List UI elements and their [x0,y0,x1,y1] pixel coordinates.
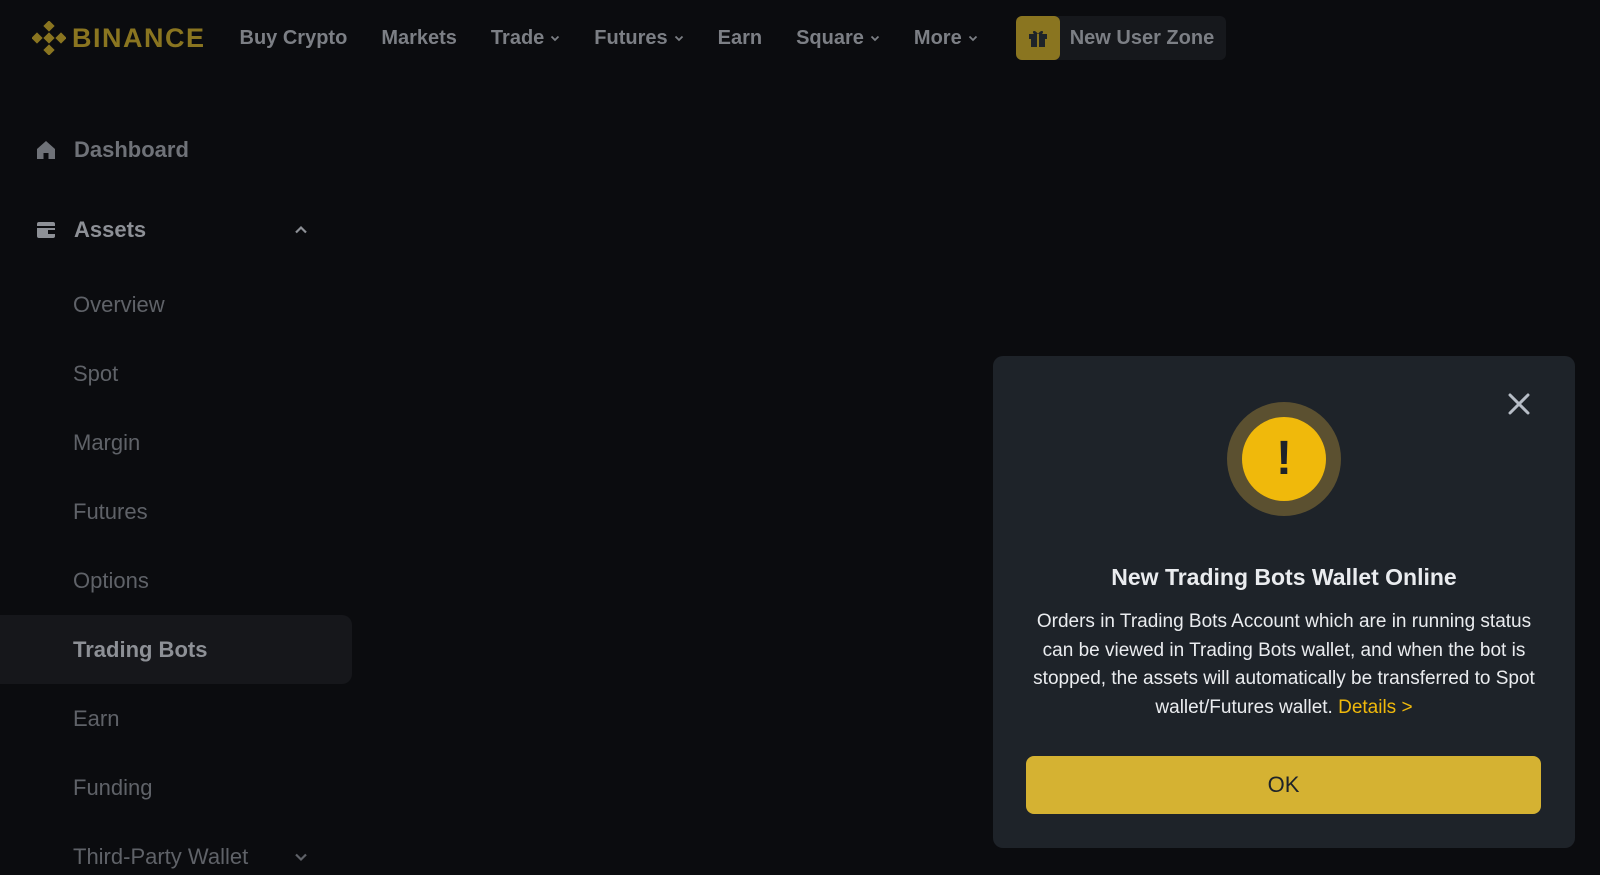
sidebar-item-label: Earn [73,705,120,731]
nav-label: Earn [717,26,763,49]
chevron-up-icon[interactable] [294,223,308,237]
close-icon[interactable] [1505,390,1533,418]
warning-icon-core: ! [1242,417,1326,501]
nav-trade[interactable]: Trade [491,27,560,50]
sidebar-item-spot[interactable]: Spot [0,339,352,408]
sidebar-item-label: Futures [73,498,148,524]
gift-badge [1015,16,1060,60]
sidebar-item-earn[interactable]: Earn [0,684,352,753]
sidebar-item-third-party-wallet[interactable]: Third-Party Wallet [0,822,352,875]
nav-futures[interactable]: Futures [594,27,683,50]
chevron-down-icon [968,35,977,42]
sidebar-item-label: Dashboard [74,137,189,162]
chevron-down-icon [551,35,560,42]
nav-label: Trade [490,26,545,49]
new-user-zone-label: New User Zone [1069,26,1215,49]
sidebar-item-label: Third-Party Wallet [73,843,249,869]
page: BINANCE Buy Crypto Markets Trade Futures… [0,0,1600,875]
nav-label: Markets [381,26,457,49]
sidebar-item-label: Spot [73,360,119,386]
nav-earn[interactable]: Earn [718,27,762,50]
sidebar-item-label: Trading Bots [73,636,208,662]
sidebar-item-futures[interactable]: Futures [0,477,352,546]
logo-text: BINANCE [72,22,206,53]
sidebar-item-assets[interactable]: Assets [0,190,352,270]
warning-symbol: ! [1276,432,1292,485]
binance-logo-icon [32,21,66,55]
modal-body: Orders in Trading Bots Account which are… [1033,608,1535,722]
nav-label: Futures [594,26,668,49]
chevron-down-icon [870,35,880,42]
binance-logo[interactable]: BINANCE [32,21,206,55]
sidebar-item-funding[interactable]: Funding [0,753,352,822]
gift-icon [1028,30,1047,47]
sidebar-item-dashboard[interactable]: Dashboard [0,110,352,190]
sidebar-item-overview[interactable]: Overview [0,270,352,339]
nav-markets[interactable]: Markets [381,27,457,50]
nav-label: Buy Crypto [239,26,348,49]
sidebar-item-margin[interactable]: Margin [0,408,352,477]
sidebar-item-trading-bots[interactable]: Trading Bots [0,615,352,684]
sidebar-item-label: Funding [73,774,153,800]
sidebar-item-label: Overview [73,291,165,317]
new-user-zone-button[interactable]: New User Zone [1015,16,1227,60]
nav-label: Square [796,26,864,49]
sidebar-item-label: Margin [73,429,141,455]
details-link[interactable]: Details > [1338,697,1412,718]
chevron-down-icon [674,35,683,42]
chevron-down-icon[interactable] [294,850,308,864]
trading-bots-wallet-modal: ! New Trading Bots Wallet Online Orders … [993,356,1575,848]
sidebar-item-label: Assets [74,217,147,242]
nav-more[interactable]: More [914,27,978,50]
top-navbar: BINANCE Buy Crypto Markets Trade Futures… [0,0,1600,76]
sidebar-item-label: Options [73,567,149,593]
sidebar-item-options[interactable]: Options [0,546,352,615]
modal-title: New Trading Bots Wallet Online [1111,564,1457,590]
main-nav: Buy Crypto Markets Trade Futures Earn Sq… [240,16,1227,60]
nav-label: More [913,26,962,49]
home-icon [37,141,55,159]
wallet-icon [37,222,55,238]
modal-body-text: Orders in Trading Bots Account which are… [1033,611,1535,718]
nav-buy-crypto[interactable]: Buy Crypto [240,27,348,50]
nav-square[interactable]: Square [796,27,880,50]
ok-button[interactable]: OK [1026,756,1541,814]
sidebar: Dashboard Assets Overview Spot Margin Fu… [0,110,352,875]
warning-icon: ! [1227,402,1341,516]
